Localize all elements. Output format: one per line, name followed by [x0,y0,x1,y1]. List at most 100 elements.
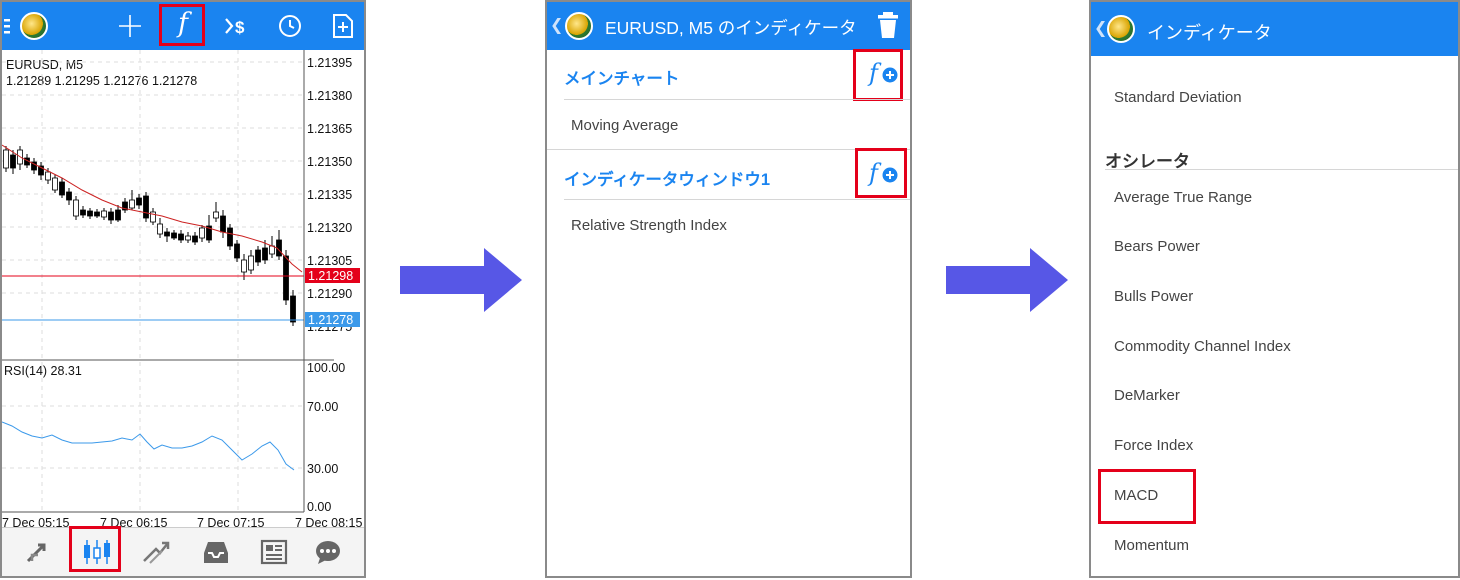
app-logo [565,12,593,40]
add-indicator-glyph: f [869,59,878,87]
candle-body [129,199,135,209]
chart-candles-icon[interactable] [82,538,112,571]
add-indicator-main-icon[interactable]: f [869,59,901,89]
candle-body [3,149,9,169]
candle-body [136,197,142,206]
macd-item[interactable]: MACD [1114,487,1458,504]
candle-body [10,154,16,169]
indicator-item[interactable]: Bears Power [1114,238,1458,255]
candle-body [52,177,58,191]
ask-price-label: 1.21278 [308,313,353,327]
indicator-item[interactable]: Standard Deviation [1114,89,1458,106]
flow-arrow-icon [400,248,522,312]
indicator-item[interactable]: Average True Range [1114,189,1458,206]
indicator-list-screen: ❮ インディケータ Standard Deviation オシレータ Avera… [1089,0,1460,578]
candle-body [241,259,247,273]
candle-body [171,232,177,239]
indicator-window-section: インディケータウィンドウ1 [564,171,771,189]
moving-average-item[interactable]: Moving Average [571,117,910,134]
indicator-item[interactable]: Force Index [1114,437,1458,454]
candle-body [262,247,268,261]
candle-body [220,215,226,233]
add-indicator-glyph: f [869,159,878,187]
rsi-tick: 100.00 [307,361,345,375]
indicator-function-icon[interactable]: f [172,8,194,39]
trade-tab-icon[interactable] [142,539,170,570]
candle-body [157,223,163,235]
chart-symbol: EURUSD, M5 [6,58,83,72]
indicator-item[interactable]: Bulls Power [1114,288,1458,305]
indicators-header: ❮ EURUSD, M5 のインディケータ [547,2,910,50]
indicator-item[interactable]: DeMarker [1114,387,1458,404]
price-tick: 1.21350 [307,155,352,169]
candle-body [66,191,72,201]
price-tick-labels: 1.21395 1.21380 1.21365 1.21350 1.21335 … [307,56,352,334]
bottom-navigation [2,526,364,576]
main-chart-section: メインチャート [564,70,680,88]
candle-body [101,210,107,218]
price-tick: 1.21335 [307,188,352,202]
back-icon[interactable]: ❮ [550,15,563,35]
candle-body [227,227,233,247]
price-tick: 1.21365 [307,122,352,136]
price-tick: 1.21305 [307,254,352,268]
rsi-label: RSI(14) 28.31 [4,364,82,378]
candle-body [248,255,254,271]
quotes-icon[interactable] [24,539,52,570]
divider [547,149,910,150]
price-tick: 1.21395 [307,56,352,70]
price-tick: 1.21380 [307,89,352,103]
rsi-line [2,421,295,471]
candle-body [255,249,261,263]
inbox-icon[interactable] [202,539,230,570]
candle-body [87,210,93,217]
divider [564,199,910,200]
crosshair-icon[interactable] [118,14,142,43]
chart-toolbar: f $ [2,2,364,50]
menu-icon[interactable] [4,17,10,35]
indicator-item[interactable]: Commodity Channel Index [1114,338,1458,355]
clock-icon[interactable] [278,14,302,43]
rsi-item[interactable]: Relative Strength Index [571,217,910,234]
trash-icon[interactable] [878,12,898,43]
new-chart-icon[interactable] [332,13,354,44]
candle-body [178,233,184,241]
candle-body [199,227,205,239]
back-icon[interactable]: ❮ [1094,18,1107,38]
candle-body [164,231,170,237]
indicator-item[interactable]: Momentum [1114,537,1458,554]
app-logo [1107,15,1135,43]
candle-body [115,209,121,221]
chat-icon[interactable] [314,539,342,570]
candle-body [185,235,191,241]
candlesticks [3,146,296,326]
price-tick: 1.21320 [307,221,352,235]
indicator-list-header: ❮ インディケータ [1091,2,1458,56]
price-chart: EURUSD, M5 1.21289 1.21295 1.21276 1.212… [2,50,362,528]
candle-body [45,171,51,181]
candle-body [213,211,219,219]
candle-body [234,243,240,259]
rsi-tick: 0.00 [307,500,331,514]
chart-grid [2,50,304,512]
candle-body [108,211,114,221]
indicators-title: EURUSD, M5 のインディケータ [605,18,857,38]
divider [1105,169,1458,170]
candle-body [192,235,198,243]
flow-arrow-icon [946,248,1068,312]
candle-body [59,181,65,196]
rsi-tick: 70.00 [307,400,338,414]
bid-price-label: 1.21298 [308,269,353,283]
app-logo [20,12,48,40]
add-indicator-window-icon[interactable]: f [869,159,901,189]
candle-body [143,195,149,219]
news-icon[interactable] [260,539,288,570]
candle-body [290,295,296,323]
indicator-list-title: インディケータ [1147,23,1272,43]
candle-body [283,255,289,301]
candle-body [94,211,100,217]
trade-icon[interactable]: $ [222,13,252,44]
divider [564,99,910,100]
chart-ohlc: 1.21289 1.21295 1.21276 1.21278 [6,74,197,88]
candle-body [73,199,79,217]
